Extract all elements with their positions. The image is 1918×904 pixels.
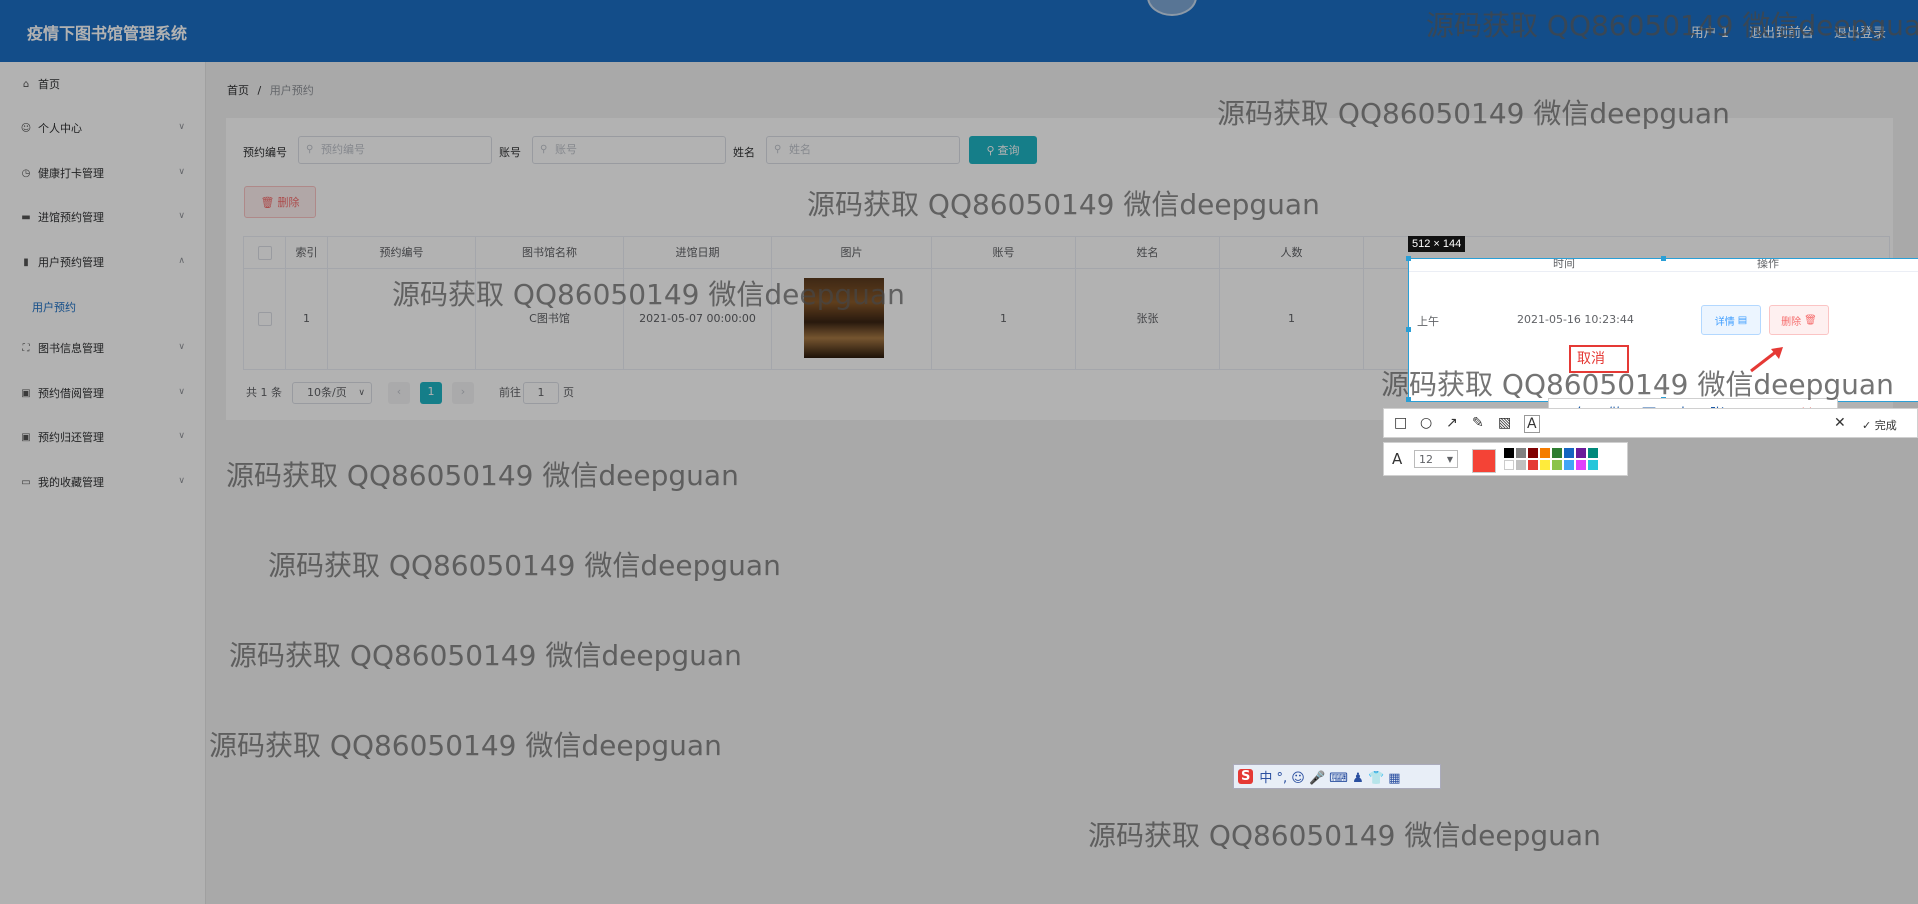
color-swatch[interactable] xyxy=(1588,460,1598,470)
sogou-logo-icon: S xyxy=(1238,769,1254,784)
chevron-down-icon: ▼ xyxy=(1446,455,1453,464)
trash-icon: 🗑 xyxy=(1804,314,1817,326)
cell-time: 2021-05-16 10:23:44 xyxy=(1517,313,1634,326)
color-swatch[interactable] xyxy=(1564,460,1574,470)
cell-period: 上午 xyxy=(1417,315,1439,328)
text-tool-icon[interactable]: A xyxy=(1524,415,1540,433)
arrow-tool-icon[interactable]: ↗ xyxy=(1446,415,1458,431)
color-swatch[interactable] xyxy=(1552,448,1562,458)
color-swatch[interactable] xyxy=(1564,448,1574,458)
finish-button[interactable]: ✓ 完成 xyxy=(1862,417,1897,433)
watermark: 源码获取 QQ86050149 微信deepguan xyxy=(1217,97,1730,130)
document-icon: ▤ xyxy=(1737,314,1748,326)
capture-toolbar: □ ○ ↗ ✎ ▧ A ✕ ✓ 完成 xyxy=(1383,408,1918,438)
font-size-icon: A xyxy=(1392,450,1403,468)
ime-status-bar[interactable]: S 中 °, ☺ 🎤 ⌨ ♟ 👕 ▦ xyxy=(1233,764,1441,789)
watermark: 源码获取 QQ86050149 微信deepguan xyxy=(807,188,1320,221)
color-swatch[interactable] xyxy=(1528,448,1538,458)
text-style-toolbar: A 12 ▼ xyxy=(1383,442,1628,476)
color-swatch[interactable] xyxy=(1540,460,1550,470)
rectangle-tool-icon[interactable]: □ xyxy=(1394,415,1407,431)
pen-tool-icon[interactable]: ✎ xyxy=(1472,415,1484,431)
watermark: 源码获取 QQ86050149 微信deepguan xyxy=(392,278,905,311)
current-color-swatch[interactable] xyxy=(1472,449,1496,473)
row-delete-button[interactable]: 删除 🗑 xyxy=(1769,305,1829,335)
col-header-actions: 操作 xyxy=(1757,258,1779,270)
color-swatch[interactable] xyxy=(1576,460,1586,470)
resize-handle[interactable] xyxy=(1661,256,1666,261)
color-swatch[interactable] xyxy=(1576,448,1586,458)
color-swatch[interactable] xyxy=(1504,460,1514,470)
ime-tools[interactable]: 中 °, ☺ 🎤 ⌨ ♟ 👕 ▦ xyxy=(1259,767,1400,786)
color-swatch[interactable] xyxy=(1540,448,1550,458)
watermark: 源码获取 QQ86050149 微信deepguan xyxy=(229,639,742,672)
capture-dim-overlay xyxy=(0,0,1918,904)
col-header-time: 时间 xyxy=(1553,258,1575,270)
ellipse-tool-icon[interactable]: ○ xyxy=(1420,415,1432,431)
detail-button[interactable]: 详情 ▤ xyxy=(1701,305,1761,335)
font-size-select[interactable]: 12 ▼ xyxy=(1414,450,1458,468)
color-swatch[interactable] xyxy=(1504,448,1514,458)
check-icon: ✓ xyxy=(1862,419,1872,432)
resize-handle[interactable] xyxy=(1406,327,1411,332)
watermark: 源码获取 QQ86050149 微信deepguan xyxy=(268,549,781,582)
watermark: 源码获取 QQ86050149 微信deepguan xyxy=(226,459,739,492)
resize-handle[interactable] xyxy=(1406,256,1411,261)
watermark: 源码获取 QQ86050149 微信deepguan xyxy=(1088,819,1601,852)
close-icon[interactable]: ✕ xyxy=(1834,415,1846,431)
mosaic-tool-icon[interactable]: ▧ xyxy=(1498,415,1511,431)
selection-size-badge: 512 × 144 xyxy=(1408,236,1466,252)
watermark: 源码获取 QQ86050149 微信deepguan xyxy=(1381,368,1894,401)
color-swatch[interactable] xyxy=(1528,460,1538,470)
color-swatch[interactable] xyxy=(1516,460,1526,470)
color-swatch[interactable] xyxy=(1588,448,1598,458)
watermark: 源码获取 QQ86050149 微信deepguan xyxy=(209,729,722,762)
color-swatch[interactable] xyxy=(1552,460,1562,470)
color-swatch[interactable] xyxy=(1516,448,1526,458)
watermark: 源码获取 QQ86050149 微信deepguan xyxy=(1426,9,1918,42)
